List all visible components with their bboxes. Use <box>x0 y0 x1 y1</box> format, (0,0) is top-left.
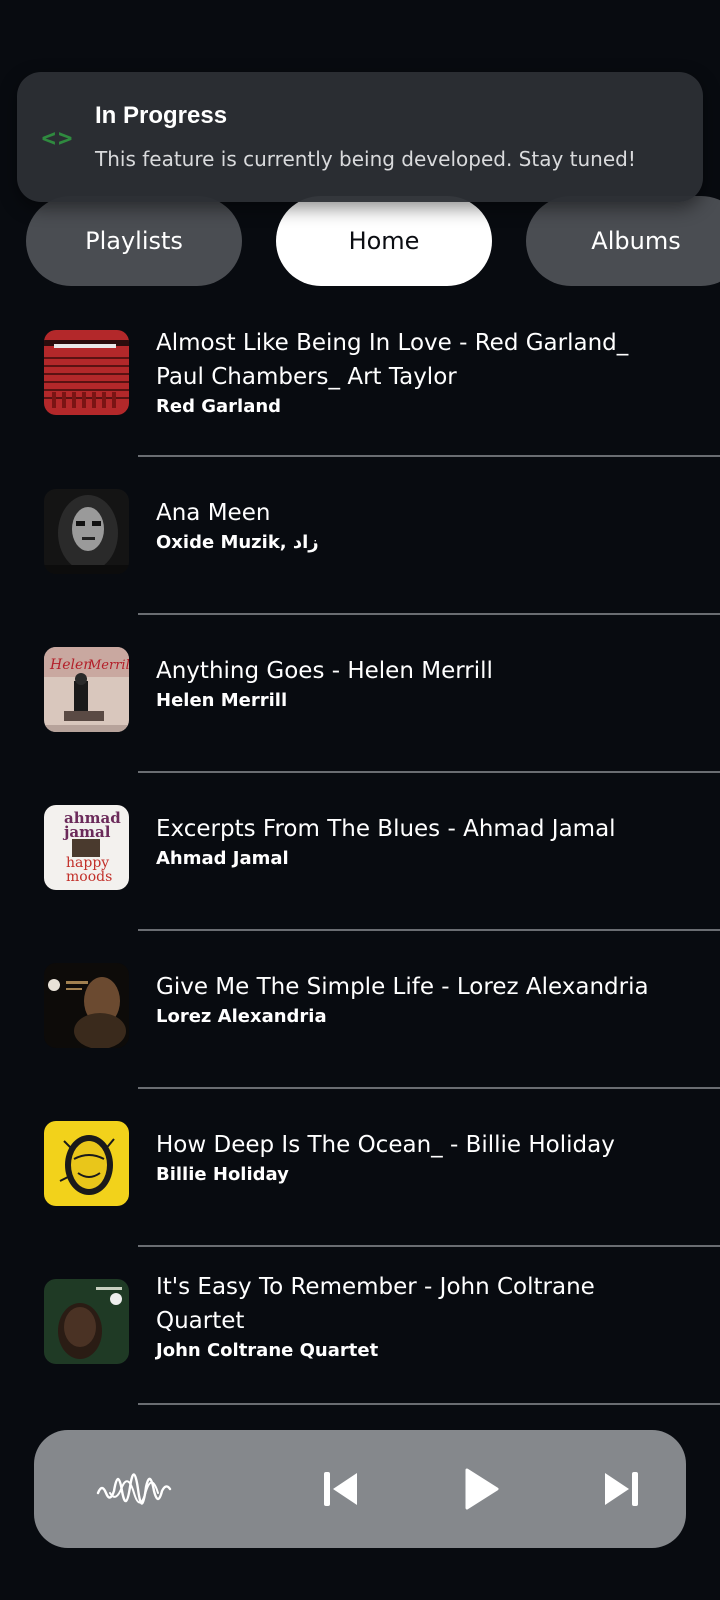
svg-text:Helen: Helen <box>49 657 92 673</box>
tab-albums[interactable]: Albums <box>526 196 720 286</box>
track-artist: Lorez Alexandria <box>156 1006 327 1027</box>
divider <box>138 771 720 773</box>
track-title: It's Easy To Remember - John Coltrane Qu… <box>156 1274 595 1334</box>
album-cover <box>44 1279 129 1364</box>
player-bar <box>34 1430 686 1548</box>
track-artist: Ahmad Jamal <box>156 848 289 869</box>
track-row[interactable]: Ana Meen Oxide Muzik, زاد <box>0 472 720 630</box>
track-artist: John Coltrane Quartet <box>156 1340 379 1361</box>
track-row[interactable]: Give Me The Simple Life - Lorez Alexandr… <box>0 946 720 1104</box>
album-cover <box>44 489 129 574</box>
tab-home[interactable]: Home <box>276 196 492 286</box>
track-row[interactable]: ahmad jamal happy moods Excerpts From Th… <box>0 788 720 946</box>
track-artist: Red Garland <box>156 396 282 417</box>
divider <box>138 455 720 457</box>
skip-previous-icon[interactable] <box>306 1454 376 1524</box>
album-cover <box>44 1121 129 1206</box>
track-row[interactable]: How Deep Is The Ocean_ - Billie Holiday … <box>0 1104 720 1262</box>
music-app-screen: Playlists Home Albums <> In Progress Thi… <box>0 0 720 1600</box>
waveform-icon[interactable] <box>94 1454 174 1524</box>
track-title: Anything Goes - Helen Merrill <box>156 658 493 684</box>
album-cover <box>44 330 129 415</box>
divider <box>138 1245 720 1247</box>
divider <box>138 929 720 931</box>
album-cover <box>44 963 129 1048</box>
svg-text:Merrill: Merrill <box>87 658 129 673</box>
divider <box>138 1087 720 1089</box>
skip-next-icon[interactable] <box>586 1454 656 1524</box>
divider <box>138 613 720 615</box>
album-cover: ahmad jamal happy moods <box>44 805 129 890</box>
album-cover: Helen Merrill <box>44 647 129 732</box>
play-icon[interactable] <box>446 1454 516 1524</box>
track-row[interactable]: Almost Like Being In Love - Red Garland_… <box>0 316 720 474</box>
toast-message: This feature is currently being develope… <box>95 147 636 171</box>
divider <box>138 1403 720 1405</box>
track-title: Excerpts From The Blues - Ahmad Jamal <box>156 816 616 842</box>
track-artist: Billie Holiday <box>156 1164 289 1185</box>
tab-playlists[interactable]: Playlists <box>26 196 242 286</box>
track-row[interactable]: Helen Merrill Anything Goes - Helen Merr… <box>0 630 720 788</box>
cover-text: moods <box>66 869 112 885</box>
in-progress-toast: <> In Progress This feature is currently… <box>17 72 703 202</box>
track-artist: Oxide Muzik, زاد <box>156 532 319 553</box>
code-icon: <> <box>41 124 75 152</box>
track-title: Almost Like Being In Love - Red Garland_… <box>156 330 629 390</box>
track-row[interactable]: It's Easy To Remember - John Coltrane Qu… <box>0 1262 720 1420</box>
track-title: Give Me The Simple Life - Lorez Alexandr… <box>156 974 649 1000</box>
track-title: How Deep Is The Ocean_ - Billie Holiday <box>156 1132 615 1158</box>
cover-text: jamal <box>62 823 111 841</box>
toast-title: In Progress <box>95 102 228 129</box>
track-title: Ana Meen <box>156 500 271 526</box>
track-artist: Helen Merrill <box>156 690 288 711</box>
